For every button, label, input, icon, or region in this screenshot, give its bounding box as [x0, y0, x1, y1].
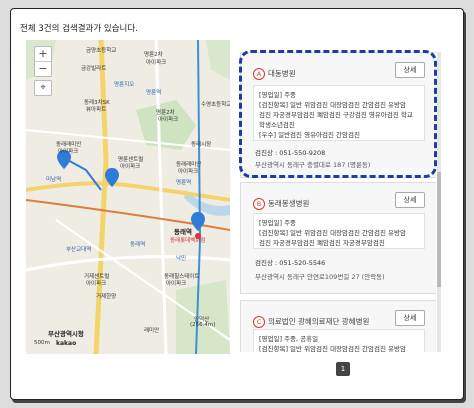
marker-badge: A — [253, 67, 265, 80]
hospital-list[interactable]: A 대동병원 상세 [영업일] 주중 [검진항목] 일반 위암검진 대장암검진 간… — [240, 52, 436, 352]
zoom-out-button[interactable]: − — [35, 62, 51, 76]
map-place-label: 동래롯데백화점 — [170, 238, 206, 244]
info-line: [영업일] 주중 — [259, 219, 297, 227]
info-box: [영업일] 주중, 공휴일 [검진항목] 일반 위암검진 대장암검진 간암검진 … — [253, 329, 425, 352]
hospital-name: 동래봉생병원 — [268, 199, 310, 208]
detail-button[interactable]: 상세 — [395, 192, 425, 208]
item-header: B 동래봉생병원 — [253, 193, 310, 210]
list-item[interactable]: C 의료법인 광혜의료재단 광혜병원 상세 [영업일] 주중, 공휴일 [검진항목… — [240, 300, 436, 352]
hospital-marker-c[interactable] — [191, 212, 205, 231]
result-count-text: 전체 3건의 검색결과가 있습니다. — [20, 24, 138, 34]
marker-badge: B — [253, 197, 265, 210]
map-place-label: 래미안 — [144, 328, 160, 334]
phone-text: 검진상 : 051-520-5546 — [255, 259, 326, 267]
map-place-label: 아이파크 — [166, 281, 187, 287]
map-scale: 500m — [34, 340, 50, 346]
info-line: [영업일] 주중, 공휴일 — [259, 335, 319, 343]
detail-button[interactable]: 상세 — [395, 62, 425, 78]
detail-button[interactable]: 상세 — [395, 310, 425, 326]
map-place-label: 아이파크 — [158, 117, 179, 123]
info-line: 검진 자궁경부암검진 폐암검진 자궁경부암검진 — [259, 239, 385, 247]
map-place-label: 아이파크 — [58, 149, 79, 155]
marker-badge: C — [253, 315, 265, 328]
hospital-name: 의료법인 광혜의료재단 광혜병원 — [268, 317, 370, 326]
map-place-label: 명륜역 — [176, 180, 192, 186]
map-place-label: 아이파크 — [178, 169, 199, 175]
item-header: A 대동병원 — [253, 63, 296, 80]
map-place-label: 부산광역시청 — [48, 330, 84, 338]
hospital-name: 대동병원 — [268, 69, 296, 78]
map-place-label: (256.4m) — [190, 322, 216, 328]
info-line: [검진항목] 일반 위암검진 대장암검진 간암검진 유방암 — [259, 229, 406, 237]
map-place-label: 동래역 — [130, 242, 146, 248]
map-place-label: 동래시장 — [191, 142, 212, 148]
info-line: [검진항목] 일반 위암검진 대장암검진 간암검진 유방암 — [259, 345, 406, 352]
page-button-current[interactable]: 1 — [336, 362, 350, 376]
map-place-label: 낙민 — [176, 256, 187, 262]
info-line: 검진 자궁경부암검진 폐암검진 구강검진 영유아검진 학교 — [259, 111, 413, 119]
info-box: [영업일] 주중 [검진항목] 일반 위암검진 대장암검진 간암검진 유방암 검… — [253, 85, 425, 141]
map-place-label: 거제한양 — [96, 294, 117, 300]
map-place-label: 명륜역 — [146, 90, 162, 96]
locate-icon[interactable]: ⌖ — [34, 80, 52, 96]
phone-text: 검진상 : 051-550-9208 — [255, 149, 326, 157]
zoom-control: + − — [34, 46, 52, 77]
map-place-label: 금양초등학교 — [86, 48, 117, 54]
address-text: 부산광역시 동래구 안연로109번길 27 (안락동) — [255, 273, 385, 281]
map-place-label: 아이파크 — [120, 164, 141, 170]
scrollbar-thumb[interactable] — [437, 172, 441, 287]
map-place-label: 미남역 — [46, 177, 62, 183]
list-scrollbar[interactable] — [437, 52, 441, 352]
map-logo: kakao — [56, 340, 77, 347]
map-place-label: 뷰아파트 — [86, 107, 107, 113]
info-line: [영업일] 주중 — [259, 91, 297, 99]
map-view[interactable]: 금양초등학교 금강빌라트 명륜2차 아이파크 명륜지오 명륜역 동래3차SK 뷰아파트 명륜2차… — [26, 40, 230, 354]
list-item[interactable]: B 동래봉생병원 상세 [영업일] 주중 [검진항목] 일반 위암검진 대장암검진… — [240, 182, 436, 294]
address-text: 부산광역시 동래구 충렬대로 187 (명륜동) — [255, 161, 371, 169]
map-place-label: 수영초등학교 — [201, 102, 230, 108]
info-box: [영업일] 주중 [검진항목] 일반 위암검진 대장암검진 간암검진 유방암 검… — [253, 213, 425, 249]
map-place-label: 명륜2차 — [144, 52, 163, 58]
map-place-label: 동래역 — [174, 228, 192, 236]
list-item[interactable]: A 대동병원 상세 [영업일] 주중 [검진항목] 일반 위암검진 대장암검진 간… — [240, 52, 436, 178]
info-line: [검진항목] 일반 위암검진 대장암검진 간암검진 유방암 — [259, 101, 406, 109]
info-line: [우수] 일반검진 영유아검진 간암검진 — [259, 131, 360, 139]
map-place-label: 금강빌라트 — [81, 66, 107, 72]
map-place-label: 명륜지오 — [114, 82, 135, 88]
map-place-label: 부산교대역 — [66, 247, 92, 253]
item-header: C 의료법인 광혜의료재단 광혜병원 — [253, 311, 370, 328]
map-place-label: 아이파크 — [86, 281, 107, 287]
info-line: 학생소년검진 — [259, 121, 295, 129]
map-place-label: 아이파크 — [146, 60, 167, 66]
zoom-in-button[interactable]: + — [35, 47, 51, 62]
